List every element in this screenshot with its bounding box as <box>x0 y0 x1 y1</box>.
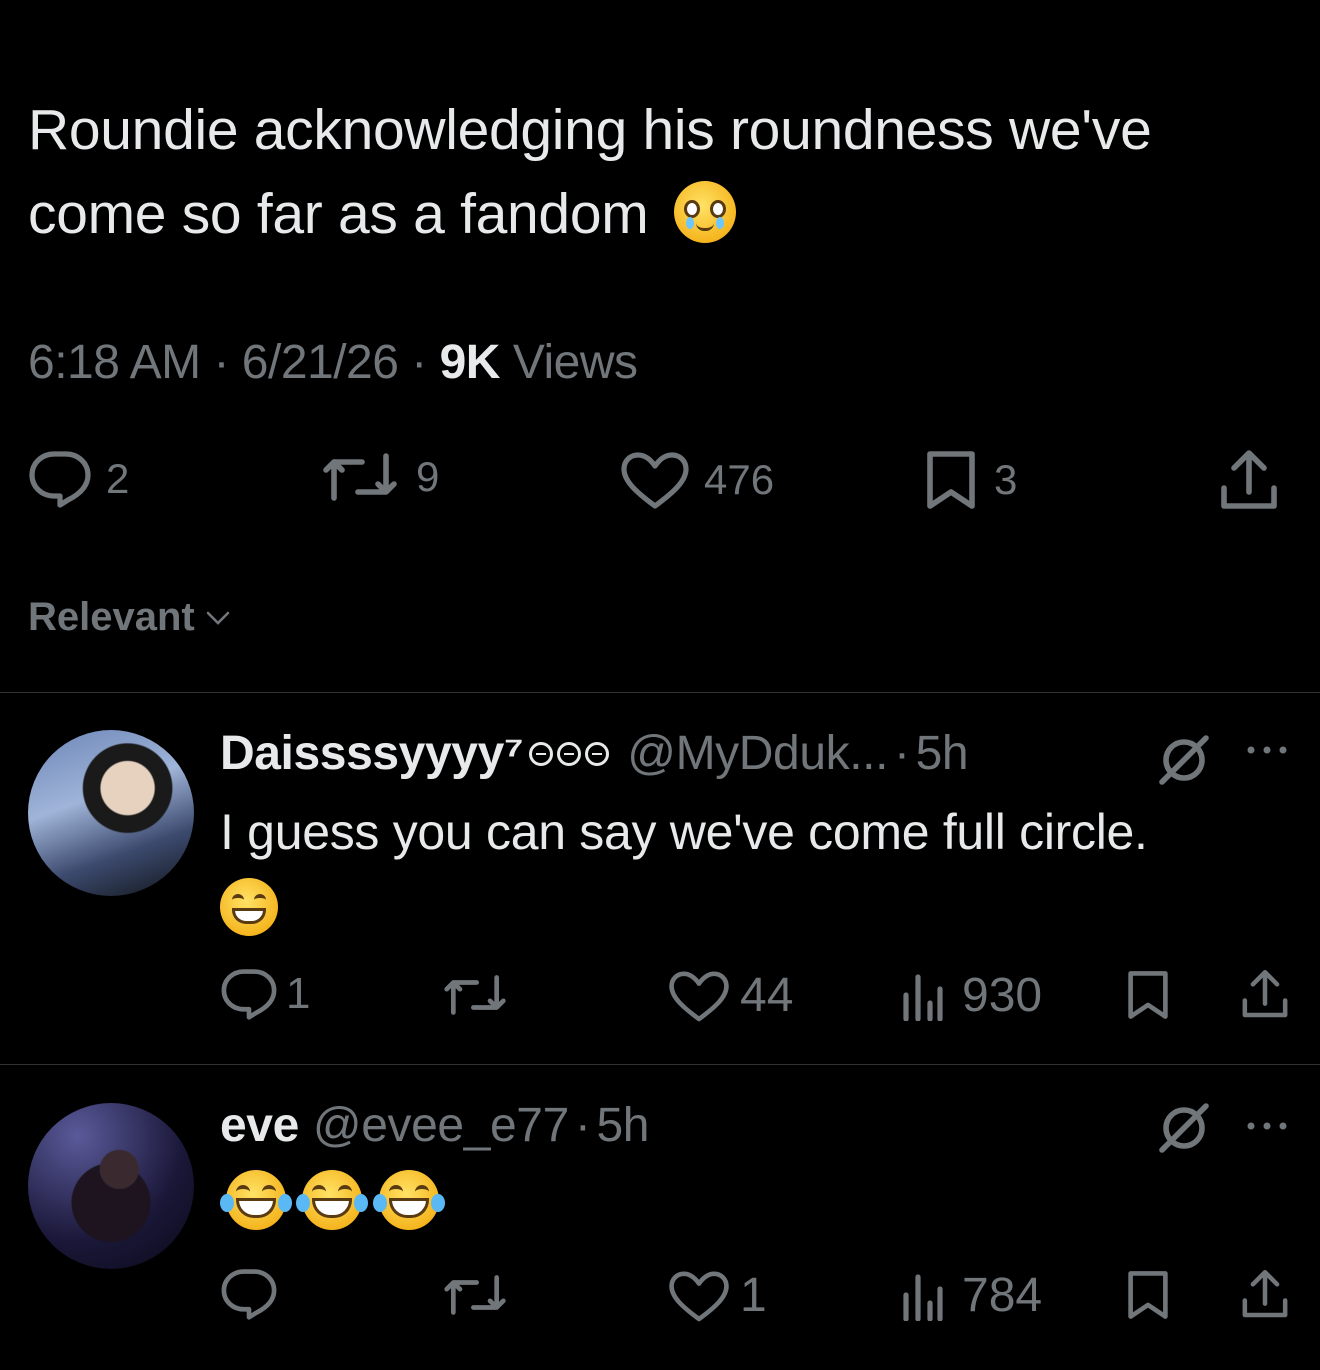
pleading-face-emoji-icon <box>673 181 736 243</box>
reply-icon <box>221 969 277 1020</box>
repost-icon <box>444 975 506 1015</box>
reply-count: 2 <box>106 455 130 502</box>
reply-button[interactable] <box>220 1268 278 1320</box>
meta-separator: · <box>894 727 910 780</box>
tears-of-joy-emoji-icon <box>296 1170 369 1230</box>
views-button[interactable]: 930 <box>900 968 1042 1023</box>
like-count: 476 <box>704 456 775 503</box>
avatar[interactable] <box>28 1103 194 1269</box>
reply-icon <box>221 1269 277 1320</box>
grinning-face-emoji-icon <box>220 878 278 936</box>
tweet-date: 6/21/26 <box>241 336 399 389</box>
tears-of-joy-emoji-icon <box>220 1170 292 1230</box>
reply-author-name[interactable]: eve <box>220 1098 299 1153</box>
more-options-icon[interactable] <box>1244 740 1290 765</box>
like-button[interactable]: 476 <box>620 450 774 510</box>
views-icon <box>903 973 943 1021</box>
repost-icon <box>444 1275 506 1315</box>
reply-author-handle[interactable]: @evee_e77 <box>313 1098 569 1153</box>
reply-text: I guess you can say we've come full circ… <box>220 796 1300 955</box>
avatar[interactable] <box>28 730 194 896</box>
repost-button[interactable] <box>440 1272 510 1318</box>
views-count[interactable]: 9K <box>440 336 501 389</box>
share-icon <box>1242 1269 1288 1318</box>
meta-separator: · <box>574 1099 591 1152</box>
chevron-down-icon <box>206 611 230 625</box>
tears-of-joy-emoji-icon <box>372 1170 445 1230</box>
repost-button[interactable] <box>440 972 510 1018</box>
views-label[interactable]: Views <box>513 336 638 389</box>
reply-time[interactable]: 5h <box>596 1098 649 1153</box>
tweet-meta: 6:18 AM · 6/21/26 · 9K Views <box>28 335 638 390</box>
views-count: 930 <box>962 969 1043 1022</box>
repost-button[interactable]: 9 <box>318 450 439 504</box>
meta-separator: · <box>213 336 229 389</box>
reply-icon <box>29 451 91 508</box>
divider <box>0 692 1320 693</box>
divider <box>0 1064 1320 1065</box>
reply-time[interactable]: 5h <box>916 726 969 781</box>
badge-icons <box>529 741 613 766</box>
bookmark-button[interactable]: 3 <box>922 448 1017 512</box>
tweet-action-bar: 2 9 476 3 <box>0 440 1320 520</box>
tweet-time: 6:18 AM <box>28 336 201 389</box>
repost-count: 9 <box>416 453 440 500</box>
share-button[interactable] <box>1240 1266 1290 1322</box>
reply-author-name[interactable]: Daissssyyyy⁷ <box>220 726 524 781</box>
like-count: 1 <box>740 1269 767 1322</box>
tweet-text: Roundie acknowledging his roundness we'v… <box>28 88 1298 256</box>
bookmark-icon <box>1128 1271 1168 1319</box>
reply-header: eve @evee_e77 · 5h <box>220 1098 649 1153</box>
views-button[interactable]: 784 <box>900 1268 1042 1323</box>
heart-icon <box>669 971 729 1021</box>
heart-icon <box>669 1271 729 1321</box>
bookmark-icon <box>927 451 975 509</box>
more-options-icon[interactable] <box>1244 1116 1290 1141</box>
bookmark-button[interactable] <box>1124 1268 1172 1322</box>
heart-icon <box>621 452 689 509</box>
views-count: 784 <box>962 1269 1043 1322</box>
reply-count: 1 <box>286 969 311 1018</box>
bookmark-button[interactable] <box>1124 968 1172 1022</box>
sort-dropdown[interactable]: Relevant <box>28 595 231 640</box>
like-count: 44 <box>740 969 794 1022</box>
meta-separator: · <box>411 336 427 389</box>
grok-icon[interactable] <box>1156 732 1212 793</box>
share-icon <box>1221 450 1277 509</box>
like-button[interactable]: 1 <box>668 1268 767 1323</box>
tweet-body: Roundie acknowledging his roundness we'v… <box>28 98 1152 246</box>
repost-icon <box>323 453 397 501</box>
bookmark-icon <box>1128 971 1168 1019</box>
reply-action-bar: 1 784 <box>220 1262 1300 1332</box>
grok-icon[interactable] <box>1156 1100 1212 1161</box>
share-icon <box>1242 969 1288 1018</box>
reply-button[interactable]: 2 <box>28 450 129 508</box>
reply-button[interactable]: 1 <box>220 968 310 1020</box>
share-button[interactable] <box>1218 448 1280 512</box>
bookmark-count: 3 <box>994 456 1018 503</box>
share-button[interactable] <box>1240 966 1290 1022</box>
like-button[interactable]: 44 <box>668 968 793 1023</box>
reply-body: I guess you can say we've come full circ… <box>220 804 1148 860</box>
sort-label: Relevant <box>28 595 195 639</box>
reply-author-handle[interactable]: @MyDduk... <box>627 726 888 781</box>
views-icon <box>903 1273 943 1321</box>
reply-action-bar: 1 44 930 <box>220 962 1300 1032</box>
reply-header: Daissssyyyy⁷ @MyDduk... · 5h <box>220 726 969 781</box>
reply-text <box>220 1170 451 1235</box>
